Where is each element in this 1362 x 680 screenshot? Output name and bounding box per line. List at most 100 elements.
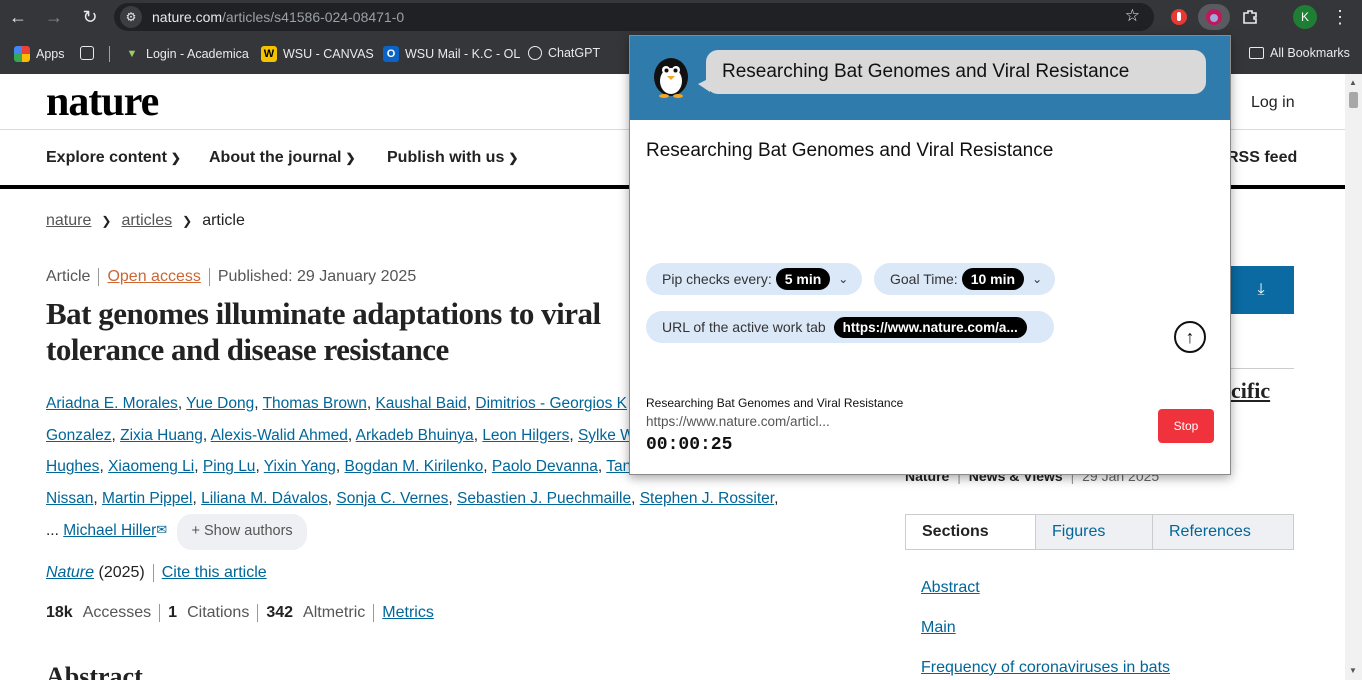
bookmark-canvas[interactable]: W WSU - CANVAS: [261, 46, 374, 62]
penguin-icon: [654, 58, 688, 98]
author-link[interactable]: Michael Hiller: [63, 522, 156, 539]
author-link[interactable]: Nissan: [46, 490, 93, 507]
author-link[interactable]: Gonzalez: [46, 427, 111, 444]
author-link[interactable]: Yixin Yang: [264, 458, 336, 475]
bookmark-label: WSU Mail - K.C - OL: [405, 47, 521, 61]
citations-count: 1: [168, 604, 178, 621]
author-link[interactable]: Arkadeb Bhuinya: [356, 427, 474, 444]
sidebar-divider: [1228, 368, 1294, 369]
author-link[interactable]: Sylke W: [578, 427, 635, 444]
pip-value: 5 min: [775, 268, 831, 290]
bookmark-academica[interactable]: ▼ Login - Academica: [124, 46, 249, 62]
popup-header: Researching Bat Genomes and Viral Resist…: [630, 36, 1230, 120]
author-link[interactable]: Kaushal Baid: [375, 395, 466, 412]
altmetric-count: 342: [266, 604, 294, 621]
pip-interval-selector[interactable]: Pip checks every: 5 min ⌄: [646, 263, 862, 295]
menu-kebab-icon[interactable]: ⋮: [1329, 6, 1351, 28]
metrics-link[interactable]: Metrics: [382, 604, 434, 622]
email-icon[interactable]: ✉: [156, 522, 167, 537]
academica-shield-icon: ▼: [126, 48, 138, 60]
login-link[interactable]: Log in: [1251, 94, 1295, 112]
extension-shield-icon[interactable]: [1165, 4, 1193, 30]
show-authors-button[interactable]: + Show authors: [177, 514, 307, 550]
bookmark-label: Apps: [36, 47, 65, 61]
author-link[interactable]: Dimitrios - Georgios K: [475, 395, 627, 412]
cite-article-link[interactable]: Cite this article: [162, 564, 267, 582]
session-title: Researching Bat Genomes and Viral Resist…: [646, 396, 904, 410]
open-access-link[interactable]: Open access: [107, 268, 200, 286]
article-meta: Article Open access Published: 29 Januar…: [46, 268, 416, 286]
tab-sections[interactable]: Sections: [906, 515, 1035, 549]
goal-label: Goal Time:: [890, 271, 958, 287]
section-link-main[interactable]: Main: [921, 608, 1170, 648]
author-link[interactable]: Alexis-Walid Ahmed: [211, 427, 348, 444]
tab-references[interactable]: References: [1152, 515, 1293, 549]
extensions-puzzle-icon[interactable]: [1236, 4, 1264, 30]
breadcrumb-articles[interactable]: articles: [121, 212, 172, 230]
author-link[interactable]: Tan: [606, 458, 631, 475]
rss-feed-link[interactable]: RSS feed: [1227, 149, 1297, 167]
section-link-abstract[interactable]: Abstract: [921, 568, 1170, 608]
download-pdf-button[interactable]: ⤓: [1228, 266, 1294, 314]
author-link[interactable]: Zixia Huang: [120, 427, 203, 444]
site-info-icon[interactable]: ⚙: [120, 6, 142, 28]
author-link[interactable]: Paolo Devanna: [492, 458, 598, 475]
nav-publish[interactable]: Publish with us ❯: [387, 149, 518, 167]
page-scrollbar[interactable]: ▲ ▼: [1345, 74, 1362, 680]
scroll-thumb[interactable]: [1349, 92, 1358, 108]
bookmark-chatgpt[interactable]: ChatGPT: [528, 46, 600, 60]
divider: [373, 604, 375, 622]
nav-about-journal[interactable]: About the journal ❯: [209, 149, 356, 167]
related-article-link[interactable]: cific: [1231, 378, 1270, 404]
speech-bubble: Researching Bat Genomes and Viral Resist…: [698, 50, 1206, 94]
bookmark-label: WSU - CANVAS: [283, 47, 374, 61]
active-tab-url-field[interactable]: URL of the active work tab https://www.n…: [646, 311, 1054, 343]
profile-avatar[interactable]: K: [1291, 4, 1319, 30]
bookmark-star-icon[interactable]: ☆: [1125, 6, 1140, 26]
bookmark-separator: [109, 46, 110, 62]
stop-button[interactable]: Stop: [1158, 409, 1214, 443]
upload-arrow-icon[interactable]: ↑: [1174, 321, 1206, 353]
bookmark-apps[interactable]: Apps: [14, 46, 65, 62]
divider: [98, 268, 100, 286]
url-value: https://www.nature.com/a...: [833, 316, 1027, 338]
nav-explore-content[interactable]: Explore content ❯: [46, 149, 181, 167]
address-bar[interactable]: ⚙ nature.com/articles/s41586-024-08471-0…: [114, 3, 1154, 31]
bookmark-grid[interactable]: [80, 46, 94, 60]
chevron-right-icon: ❯: [182, 214, 193, 228]
goal-time-selector[interactable]: Goal Time: 10 min ⌄: [874, 263, 1055, 295]
bookmark-all[interactable]: All Bookmarks: [1249, 46, 1350, 60]
author-link[interactable]: Liliana M. Dávalos: [201, 490, 328, 507]
author-row: Nissan, Martin Pippel, Liliana M. Dávalo…: [46, 489, 779, 507]
breadcrumb-nature[interactable]: nature: [46, 212, 91, 230]
author-link[interactable]: Xiaomeng Li: [108, 458, 194, 475]
chevron-down-icon: ❯: [170, 151, 181, 165]
tab-figures[interactable]: Figures: [1035, 515, 1152, 549]
scroll-up-icon[interactable]: ▲: [1349, 78, 1357, 87]
forward-icon[interactable]: →: [43, 6, 65, 28]
author-link[interactable]: Sebastien J. Puechmaille: [457, 490, 631, 507]
author-link[interactable]: Leon Hilgers: [482, 427, 569, 444]
back-icon[interactable]: ←: [7, 6, 29, 28]
folder-icon: [1249, 47, 1264, 59]
author-link[interactable]: Hughes: [46, 458, 99, 475]
scroll-down-icon[interactable]: ▼: [1349, 666, 1357, 675]
author-link[interactable]: Thomas Brown: [263, 395, 367, 412]
author-link[interactable]: Sonja C. Vernes: [336, 490, 448, 507]
nature-logo[interactable]: nature: [46, 78, 159, 126]
journal-link[interactable]: Nature: [46, 564, 94, 582]
section-link-coronaviruses[interactable]: Frequency of coronaviruses in bats: [921, 648, 1170, 680]
reload-icon[interactable]: ↻: [79, 6, 101, 28]
author-link[interactable]: Stephen J. Rossiter: [640, 490, 774, 507]
author-link[interactable]: Martin Pippel: [102, 490, 192, 507]
author-link[interactable]: Yue Dong: [186, 395, 254, 412]
author-link[interactable]: Ariadna E. Morales: [46, 395, 178, 412]
extension-penguin-icon[interactable]: [1198, 4, 1230, 30]
author-link[interactable]: Ping Lu: [203, 458, 256, 475]
bookmark-mail[interactable]: O WSU Mail - K.C - OL: [383, 46, 520, 62]
accesses-count: 18k: [46, 604, 73, 621]
chevron-right-icon: ❯: [101, 214, 112, 228]
author-link[interactable]: Bogdan M. Kirilenko: [345, 458, 484, 475]
article-type: Article: [46, 268, 91, 285]
url-text[interactable]: nature.com/articles/s41586-024-08471-0: [152, 9, 404, 25]
